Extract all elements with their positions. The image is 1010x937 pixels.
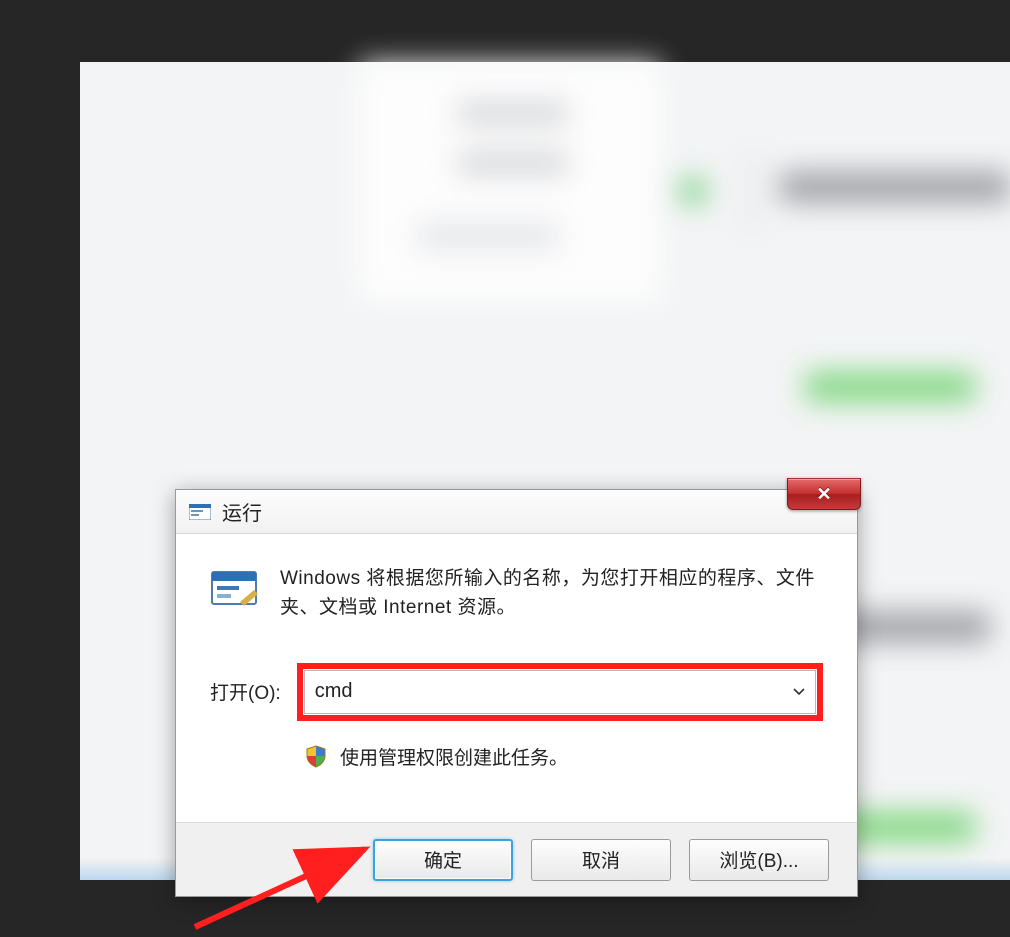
ok-button[interactable]: 确定 [373, 839, 513, 881]
shield-icon [304, 744, 328, 768]
run-titlebar-icon [188, 503, 212, 521]
chevron-down-icon[interactable] [793, 688, 805, 696]
input-highlight-annotation [297, 663, 823, 721]
run-icon [210, 568, 258, 623]
titlebar[interactable]: 运行 ✕ [176, 490, 857, 534]
browse-button[interactable]: 浏览(B)... [689, 839, 829, 881]
open-combobox[interactable] [304, 670, 816, 714]
open-input[interactable] [315, 680, 781, 703]
dialog-description: Windows 将根据您所输入的名称，为您打开相应的程序、文件夹、文档或 Int… [280, 564, 823, 623]
close-icon: ✕ [816, 485, 831, 503]
open-label: 打开(O): [210, 678, 281, 705]
desktop-background: 运行 ✕ Windows 将根据您所输入的名称，为您打开相应的程序、文件夹、文档… [80, 62, 1010, 880]
dialog-footer: 确定 取消 浏览(B)... [176, 822, 857, 896]
run-dialog: 运行 ✕ Windows 将根据您所输入的名称，为您打开相应的程序、文件夹、文档… [175, 489, 858, 897]
dialog-title: 运行 [222, 497, 262, 526]
admin-note: 使用管理权限创建此任务。 [340, 743, 568, 770]
cancel-button[interactable]: 取消 [531, 839, 671, 881]
close-button[interactable]: ✕ [787, 478, 861, 510]
